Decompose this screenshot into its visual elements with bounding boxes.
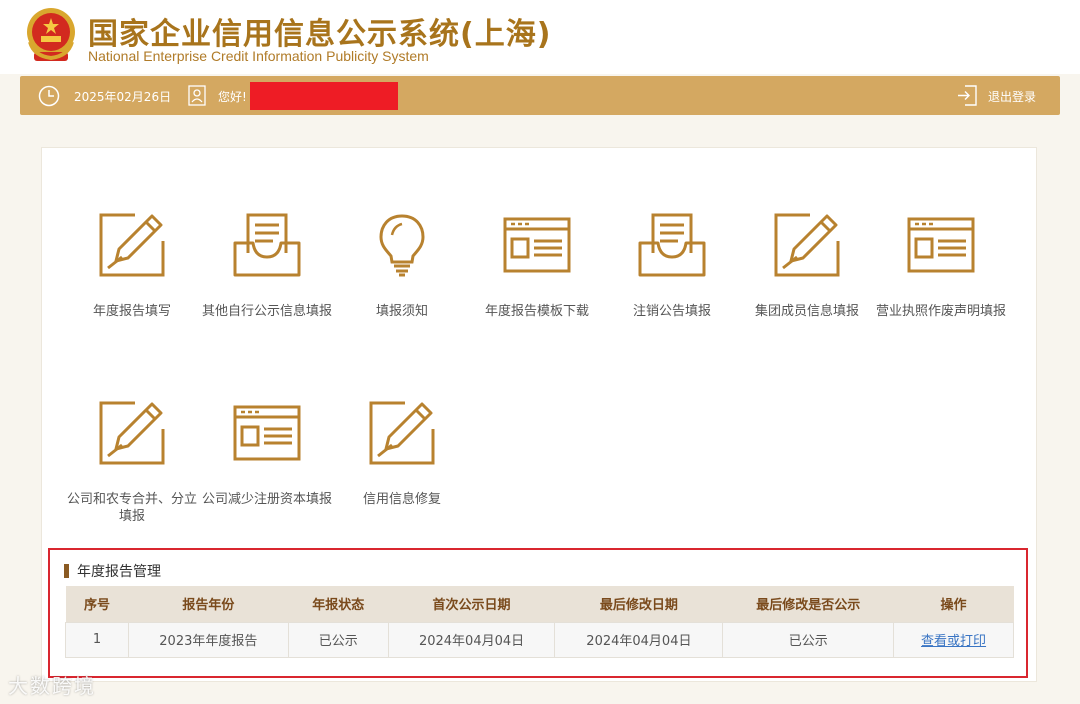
tile-filing-notes[interactable]: 填报须知 (334, 213, 470, 320)
user-icon (188, 85, 206, 106)
col-header-status: 年报状态 (288, 586, 389, 622)
logout-icon[interactable] (957, 85, 977, 106)
redacted-username (250, 82, 398, 110)
cell-status: 已公示 (287, 621, 389, 658)
edit-icon (369, 401, 435, 465)
section-title: 年度报告管理 (64, 561, 161, 581)
tile-label: 营业执照作废声明填报 (875, 304, 1006, 319)
annual-report-table: 序号 报告年份 年报状态 首次公示日期 最后修改日期 最后修改是否公示 操作 1… (65, 586, 1014, 658)
user-bar: 2025年02月26日 您好! 退出登录 (20, 76, 1060, 115)
current-date: 2025年02月26日 (74, 90, 172, 104)
tile-label: 集团成员信息填报 (754, 304, 859, 319)
clock-icon (38, 85, 60, 107)
col-header-no: 序号 (65, 586, 129, 622)
cell-year: 2023年年度报告 (127, 621, 289, 658)
greeting-text: 您好! (218, 90, 247, 104)
col-header-last-date: 最后修改日期 (554, 586, 723, 622)
watermark-text: 大数跨境 (8, 674, 96, 698)
template-icon (907, 217, 975, 273)
page-subtitle: National Enterprise Credit Information P… (88, 48, 429, 64)
tile-label: 年度报告模板下载 (484, 304, 589, 319)
table-row: 1 2023年年度报告 已公示 2024年04月04日 2024年04月04日 … (65, 621, 1014, 658)
logout-button[interactable]: 退出登录 (988, 88, 1036, 105)
edit-icon (99, 213, 165, 277)
col-header-year: 报告年份 (128, 586, 289, 622)
tile-capital-reduction[interactable]: 公司减少注册资本填报 (199, 401, 335, 508)
tile-license-void[interactable]: 营业执照作废声明填报 (873, 213, 1009, 320)
cell-last-public: 已公示 (722, 621, 895, 658)
table-header-row: 序号 报告年份 年报状态 首次公示日期 最后修改日期 最后修改是否公示 操作 (65, 586, 1014, 622)
cell-first-date: 2024年04月04日 (387, 621, 556, 658)
site-header: 国家企业信用信息公示系统(上海) National Enterprise Cre… (0, 0, 1080, 74)
edit-icon (99, 401, 165, 465)
cell-last-date: 2024年04月04日 (554, 621, 724, 658)
tile-label: 信用信息修复 (362, 492, 441, 507)
tile-template-download[interactable]: 年度报告模板下载 (469, 213, 605, 320)
tile-label: 填报须知 (375, 304, 428, 319)
tile-credit-repair[interactable]: 信用信息修复 (334, 401, 470, 508)
tray-icon (233, 213, 301, 277)
view-or-print-link[interactable]: 查看或打印 (921, 634, 986, 649)
tile-group-members[interactable]: 集团成员信息填报 (739, 213, 875, 320)
tile-other-disclosure[interactable]: 其他自行公示信息填报 (199, 213, 335, 320)
col-header-first-date: 首次公示日期 (388, 586, 555, 622)
tile-label: 年度报告填写 (92, 304, 171, 319)
section-title-text: 年度报告管理 (77, 564, 161, 580)
col-header-last-public: 最后修改是否公示 (722, 586, 894, 622)
tile-label: 公司减少注册资本填报 (201, 492, 332, 507)
lightbulb-icon (379, 214, 425, 277)
page-title: 国家企业信用信息公示系统(上海) (88, 17, 552, 52)
tile-merger-split[interactable]: 公司和农专合并、分立填报 (64, 401, 200, 525)
national-emblem-icon (27, 8, 75, 61)
tile-label: 其他自行公示信息填报 (201, 304, 332, 319)
tile-label: 注销公告填报 (632, 304, 711, 319)
tray-icon (638, 213, 706, 277)
section-marker (64, 564, 69, 578)
tile-annual-report-fill[interactable]: 年度报告填写 (64, 213, 200, 320)
cell-action: 查看或打印 (893, 621, 1014, 658)
tile-cancellation-notice[interactable]: 注销公告填报 (604, 213, 740, 320)
tile-label: 公司和农专合并、分立填报 (66, 492, 197, 524)
cell-no: 1 (65, 621, 129, 658)
template-icon (503, 217, 571, 273)
col-header-action: 操作 (893, 586, 1014, 622)
template-icon (233, 405, 301, 461)
edit-icon (774, 213, 840, 277)
